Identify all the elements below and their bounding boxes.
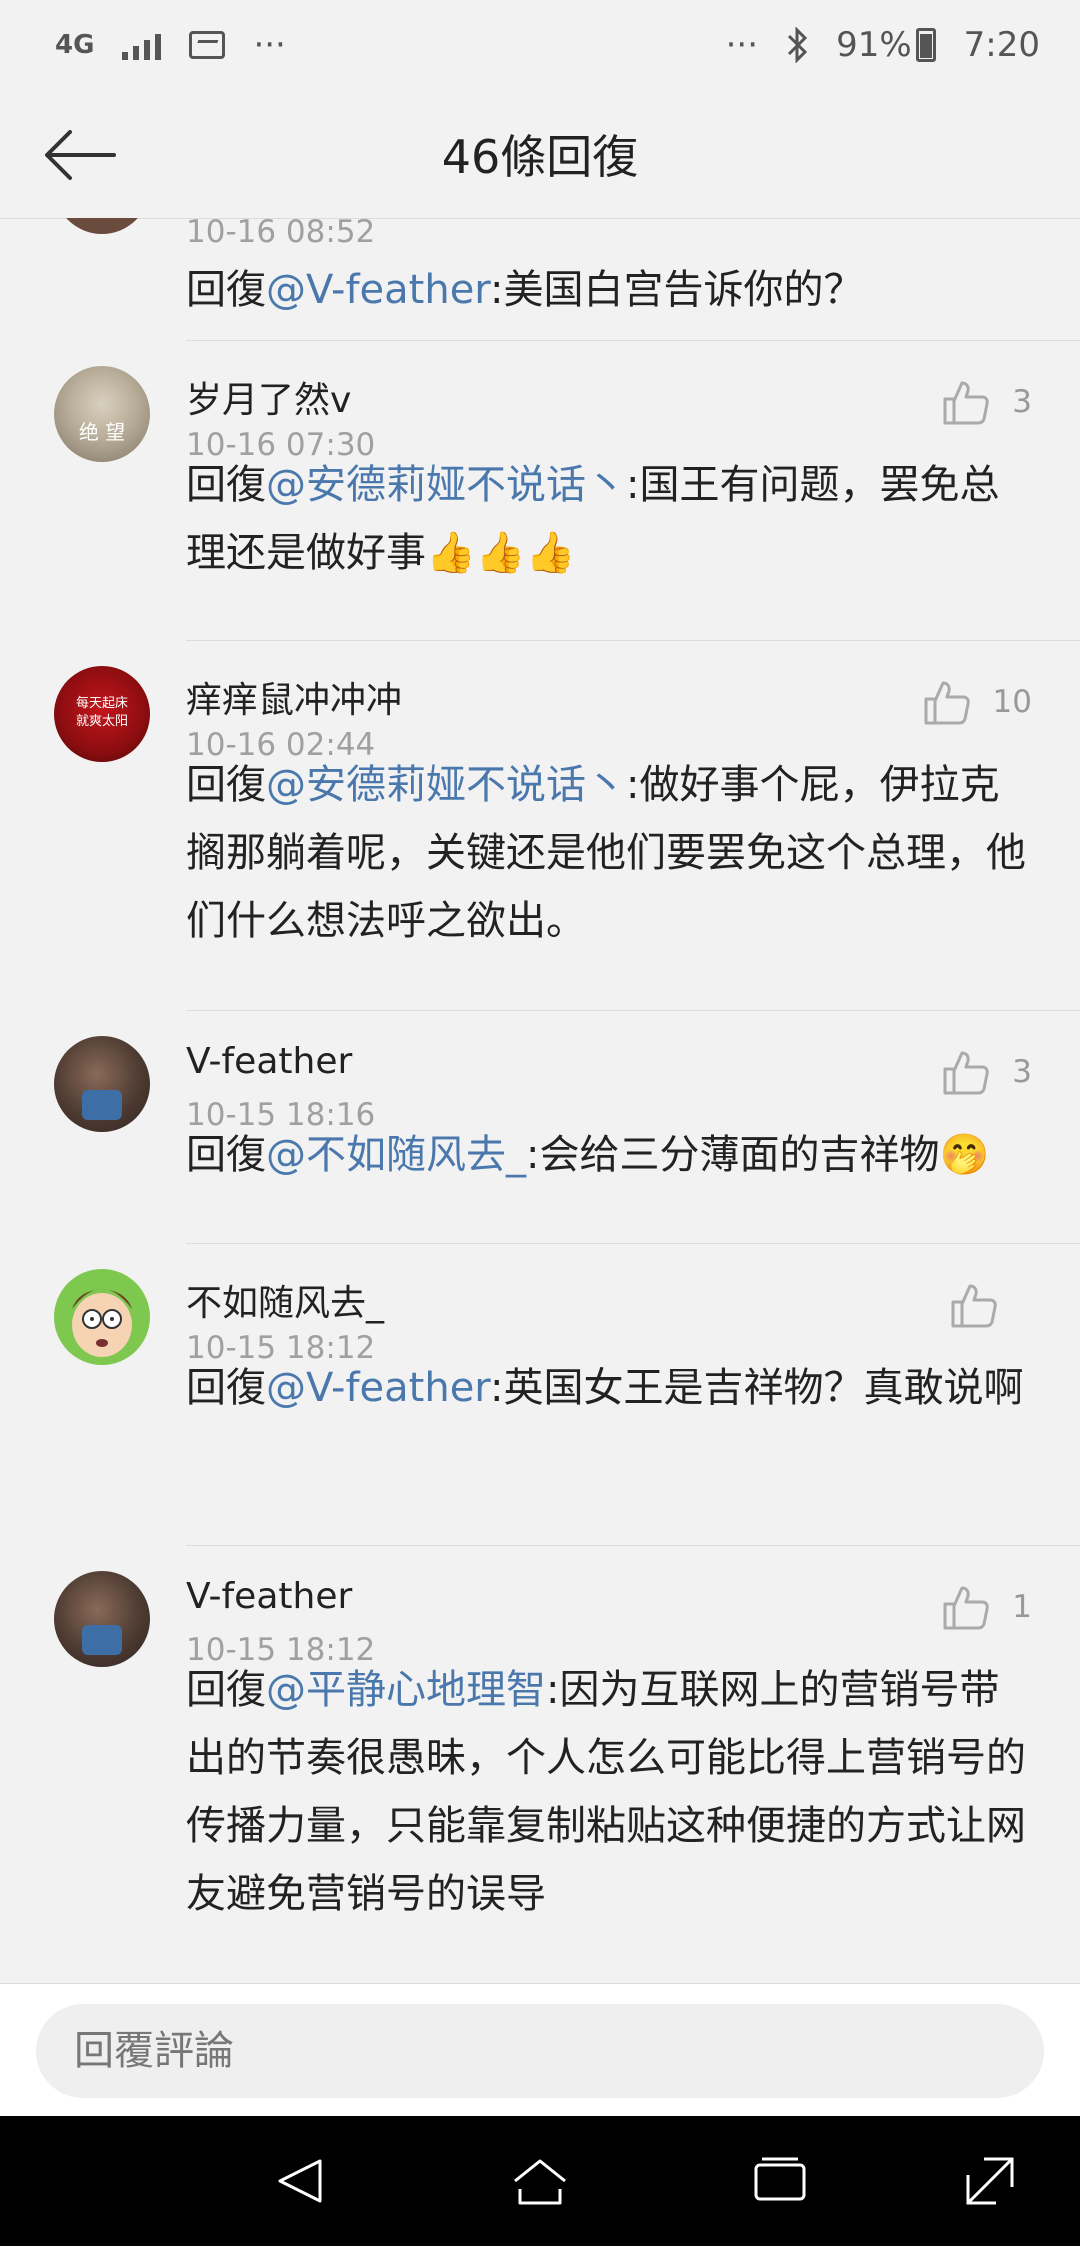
comment-item: V-feather 10-15 18:12 1 回復@平静心地理智:因为互联网上… xyxy=(0,1546,1080,1983)
avatar[interactable] xyxy=(54,1571,150,1667)
bluetooth-icon xyxy=(788,27,808,63)
thumbs-up-icon xyxy=(943,1586,990,1630)
reply-prefix: 回復 xyxy=(186,267,266,313)
clock: 7:20 xyxy=(963,25,1040,65)
username[interactable]: 痒痒鼠冲冲冲 xyxy=(186,671,402,723)
reply-bar xyxy=(0,1983,1080,2117)
mention-link[interactable]: @安德莉娅不说话丶 xyxy=(266,462,626,508)
like-button[interactable] xyxy=(950,1282,1020,1328)
mention-link[interactable]: @不如随风去_ xyxy=(266,1132,526,1178)
nav-home-icon[interactable] xyxy=(510,2151,570,2211)
thumbs-up-icon xyxy=(943,381,990,425)
username[interactable]: 不如随风去_ xyxy=(186,1274,384,1326)
reply-list[interactable]: 10-16 08:52 回復@V-feather:美国白宫告诉你的？ 绝 望 岁… xyxy=(0,218,1080,1983)
like-button[interactable]: 10 xyxy=(923,679,1032,725)
comment-item: 绝 望 岁月了然v 10-16 07:30 3 回復@安德莉娅不说话丶:国王有问… xyxy=(0,341,1080,641)
reply-prefix: 回復 xyxy=(186,1667,266,1713)
comment-content: 回復@平静心地理智:因为互联网上的营销号带出的节奏很愚昧，个人怎么可能比得上营销… xyxy=(186,1656,1032,1928)
cartoon-face-icon xyxy=(72,1289,132,1357)
comment-item: 不如随风去_ 10-15 18:12 回復@V-feather:英国女王是吉祥物… xyxy=(0,1244,1080,1546)
avatar-caption: 绝 望 xyxy=(78,420,126,444)
like-count: 1 xyxy=(1012,1589,1032,1625)
comment-item: 每天起床 就爽太阳 痒痒鼠冲冲冲 10-16 02:44 10 回復@安德莉娅不… xyxy=(0,641,1080,1011)
like-button[interactable]: 3 xyxy=(942,1049,1032,1095)
like-count: 3 xyxy=(1012,384,1032,420)
avatar-caption-line-1: 每天起床 xyxy=(75,696,128,711)
comment-content: 回復@安德莉娅不说话丶:做好事个屁，伊拉克搁那躺着呢，关键还是他们要罢免这个总理… xyxy=(186,751,1032,955)
reply-prefix: 回復 xyxy=(186,1132,266,1178)
comment-text: :英国女王是吉祥物？真敢说啊 xyxy=(490,1365,1024,1411)
avatar[interactable] xyxy=(54,1269,150,1365)
reply-prefix: 回復 xyxy=(186,1365,266,1411)
nav-back-icon[interactable] xyxy=(270,2151,330,2211)
thumbs-up-icon xyxy=(924,681,970,725)
avatar-figure xyxy=(82,1625,122,1655)
reply-input[interactable] xyxy=(36,2004,1044,2098)
mention-link[interactable]: @V-feather xyxy=(266,1365,490,1411)
username[interactable]: V-feather xyxy=(186,1576,352,1617)
thumbs-up-emoji: 👍👍👍 xyxy=(426,530,576,576)
comment-item: 10-16 08:52 回復@V-feather:美国白宫告诉你的？ xyxy=(0,218,1080,341)
avatar[interactable]: 绝 望 xyxy=(54,366,150,462)
network-type-icon: 4G xyxy=(55,30,95,60)
nav-expand-icon[interactable] xyxy=(960,2151,1020,2211)
thumbs-up-icon xyxy=(951,1284,997,1328)
mention-link[interactable]: @平静心地理智 xyxy=(266,1667,546,1713)
comment-time: 10-16 08:52 xyxy=(186,218,376,250)
thumbs-up-icon xyxy=(943,1051,990,1095)
comment-text: :会给三分薄面的吉祥物 xyxy=(526,1132,940,1178)
avatar-figure xyxy=(82,1090,122,1120)
avatar[interactable]: 每天起床 就爽太阳 xyxy=(54,666,150,762)
signal-icon xyxy=(122,30,162,60)
username[interactable]: 岁月了然v xyxy=(186,371,351,423)
status-bar-left: 4G ··· xyxy=(55,25,286,65)
like-count: 10 xyxy=(992,684,1032,720)
top-app-bar: 46條回復 xyxy=(0,90,1080,219)
nav-recents-icon[interactable] xyxy=(750,2151,810,2211)
more-status-icon: ··· xyxy=(725,25,759,65)
comment-content: 回復@不如随风去_:会给三分薄面的吉祥物🤭 xyxy=(186,1121,1032,1189)
more-notifications-icon: ··· xyxy=(253,25,286,65)
image-notification-icon xyxy=(189,31,226,59)
reply-prefix: 回復 xyxy=(186,762,266,808)
reply-prefix: 回復 xyxy=(186,462,266,508)
laughing-emoji: 🤭 xyxy=(939,1132,990,1178)
mention-link[interactable]: @V-feather xyxy=(266,267,490,313)
like-count: 3 xyxy=(1012,1054,1032,1090)
avatar[interactable] xyxy=(54,1036,150,1132)
username[interactable]: V-feather xyxy=(186,1041,352,1082)
comment-content: 回復@V-feather:美国白宫告诉你的？ xyxy=(186,256,1032,324)
like-button[interactable]: 3 xyxy=(942,379,1032,425)
battery-icon xyxy=(915,28,936,62)
comment-content: 回復@V-feather:英国女王是吉祥物？真敢说啊 xyxy=(186,1354,1032,1422)
back-button[interactable] xyxy=(40,120,120,190)
system-nav-bar xyxy=(0,2116,1080,2246)
page-title: 46條回復 xyxy=(441,130,639,184)
avatar-caption-line-2: 就爽太阳 xyxy=(75,714,128,729)
comment-content: 回復@安德莉娅不说话丶:国王有问题，罢免总理还是做好事👍👍👍 xyxy=(186,451,1032,587)
like-button[interactable]: 1 xyxy=(942,1584,1032,1630)
arrow-left-icon xyxy=(45,130,116,180)
status-bar: 4G ··· ··· 91% 7:20 xyxy=(0,0,1080,90)
battery-percent: 91% xyxy=(836,25,912,65)
battery-group: 91% xyxy=(836,25,936,65)
avatar[interactable] xyxy=(54,218,150,234)
status-bar-right: ··· 91% 7:20 xyxy=(726,25,1040,65)
comment-item: V-feather 10-15 18:16 3 回復@不如随风去_:会给三分薄面… xyxy=(0,1011,1080,1244)
mention-link[interactable]: @安德莉娅不说话丶 xyxy=(266,762,626,808)
comment-text: :美国白宫告诉你的？ xyxy=(490,267,864,313)
